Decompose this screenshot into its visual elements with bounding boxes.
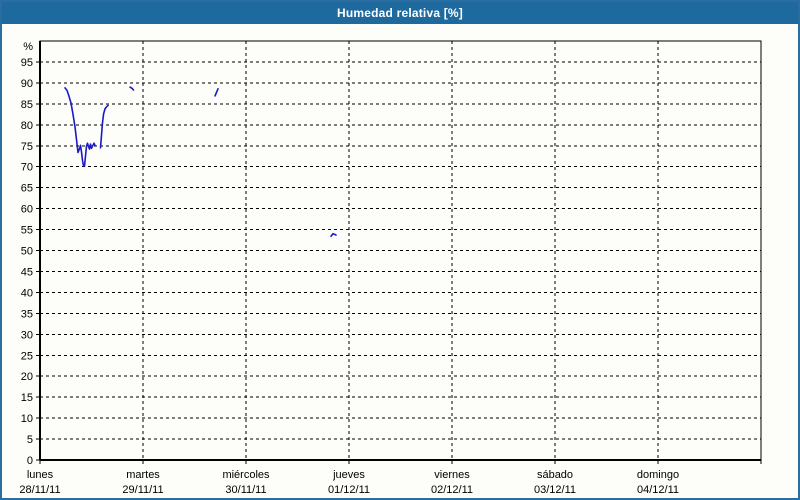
x-date-label: 29/11/11 xyxy=(122,484,163,496)
y-tick-label: 90 xyxy=(21,78,33,90)
y-tick-label: 15 xyxy=(21,392,33,404)
y-tick-label: 75 xyxy=(21,141,33,153)
y-tick-label: 65 xyxy=(21,183,33,195)
chart-area: 0 5 10 15 20 25 30 35 40 45 50 55 60 65 70 75 80 85 90 95% l… xyxy=(2,24,798,498)
y-tick-label: 80 xyxy=(21,120,33,132)
y-tick-label: 40 xyxy=(21,287,33,299)
y-tick-label: 85 xyxy=(21,99,33,111)
y-tick-label: 30 xyxy=(21,329,33,341)
y-tick-label: 25 xyxy=(21,350,33,362)
chart-window: Humedad relativa [%] 0 5 10 15 20 25 30 35 40 45 5… xyxy=(0,0,800,500)
y-tick-label: 45 xyxy=(21,266,33,278)
axes xyxy=(36,40,762,464)
x-date-label: 01/12/11 xyxy=(328,484,370,496)
series-segment xyxy=(64,87,96,168)
y-tick-label: 55 xyxy=(21,225,33,237)
x-date-label: 28/11/11 xyxy=(19,484,60,496)
series-segment xyxy=(129,86,135,91)
series-lines xyxy=(64,86,337,238)
x-day-label: martes xyxy=(126,469,160,481)
y-unit-label: % xyxy=(23,41,33,53)
x-date-label: 30/11/11 xyxy=(225,484,266,496)
x-day-label: domingo xyxy=(637,469,679,481)
y-tick-label: 20 xyxy=(21,371,33,383)
y-tick-label: 50 xyxy=(21,246,33,258)
x-day-label: lunes xyxy=(27,469,54,481)
y-tick-label: 5 xyxy=(27,434,33,446)
x-date-label: 03/12/11 xyxy=(534,484,576,496)
series-segment xyxy=(99,104,109,149)
chart-title: Humedad relativa [%] xyxy=(336,6,464,20)
humidity-line-chart: 0 5 10 15 20 25 30 35 40 45 50 55 60 65 70 75 80 85 90 95% l… xyxy=(19,40,762,496)
x-day-label: miércoles xyxy=(222,469,270,481)
y-tick-label: 95 xyxy=(21,57,33,69)
x-day-label: sábado xyxy=(537,469,573,481)
title-bar: Humedad relativa [%] xyxy=(2,2,798,24)
x-date-label: 04/12/11 xyxy=(637,484,679,496)
x-day-label: viernes xyxy=(434,469,470,481)
series-segment xyxy=(330,232,337,238)
series-segment xyxy=(214,88,219,97)
y-tick-label: 10 xyxy=(21,413,33,425)
y-tick-label: 70 xyxy=(21,162,33,174)
y-tick-label: 35 xyxy=(21,308,33,320)
x-day-label: jueves xyxy=(332,469,365,481)
y-tick-label: 60 xyxy=(21,204,33,216)
y-tick-label: 0 xyxy=(27,455,33,467)
x-date-label: 02/12/11 xyxy=(431,484,473,496)
grid-lines xyxy=(40,41,761,460)
